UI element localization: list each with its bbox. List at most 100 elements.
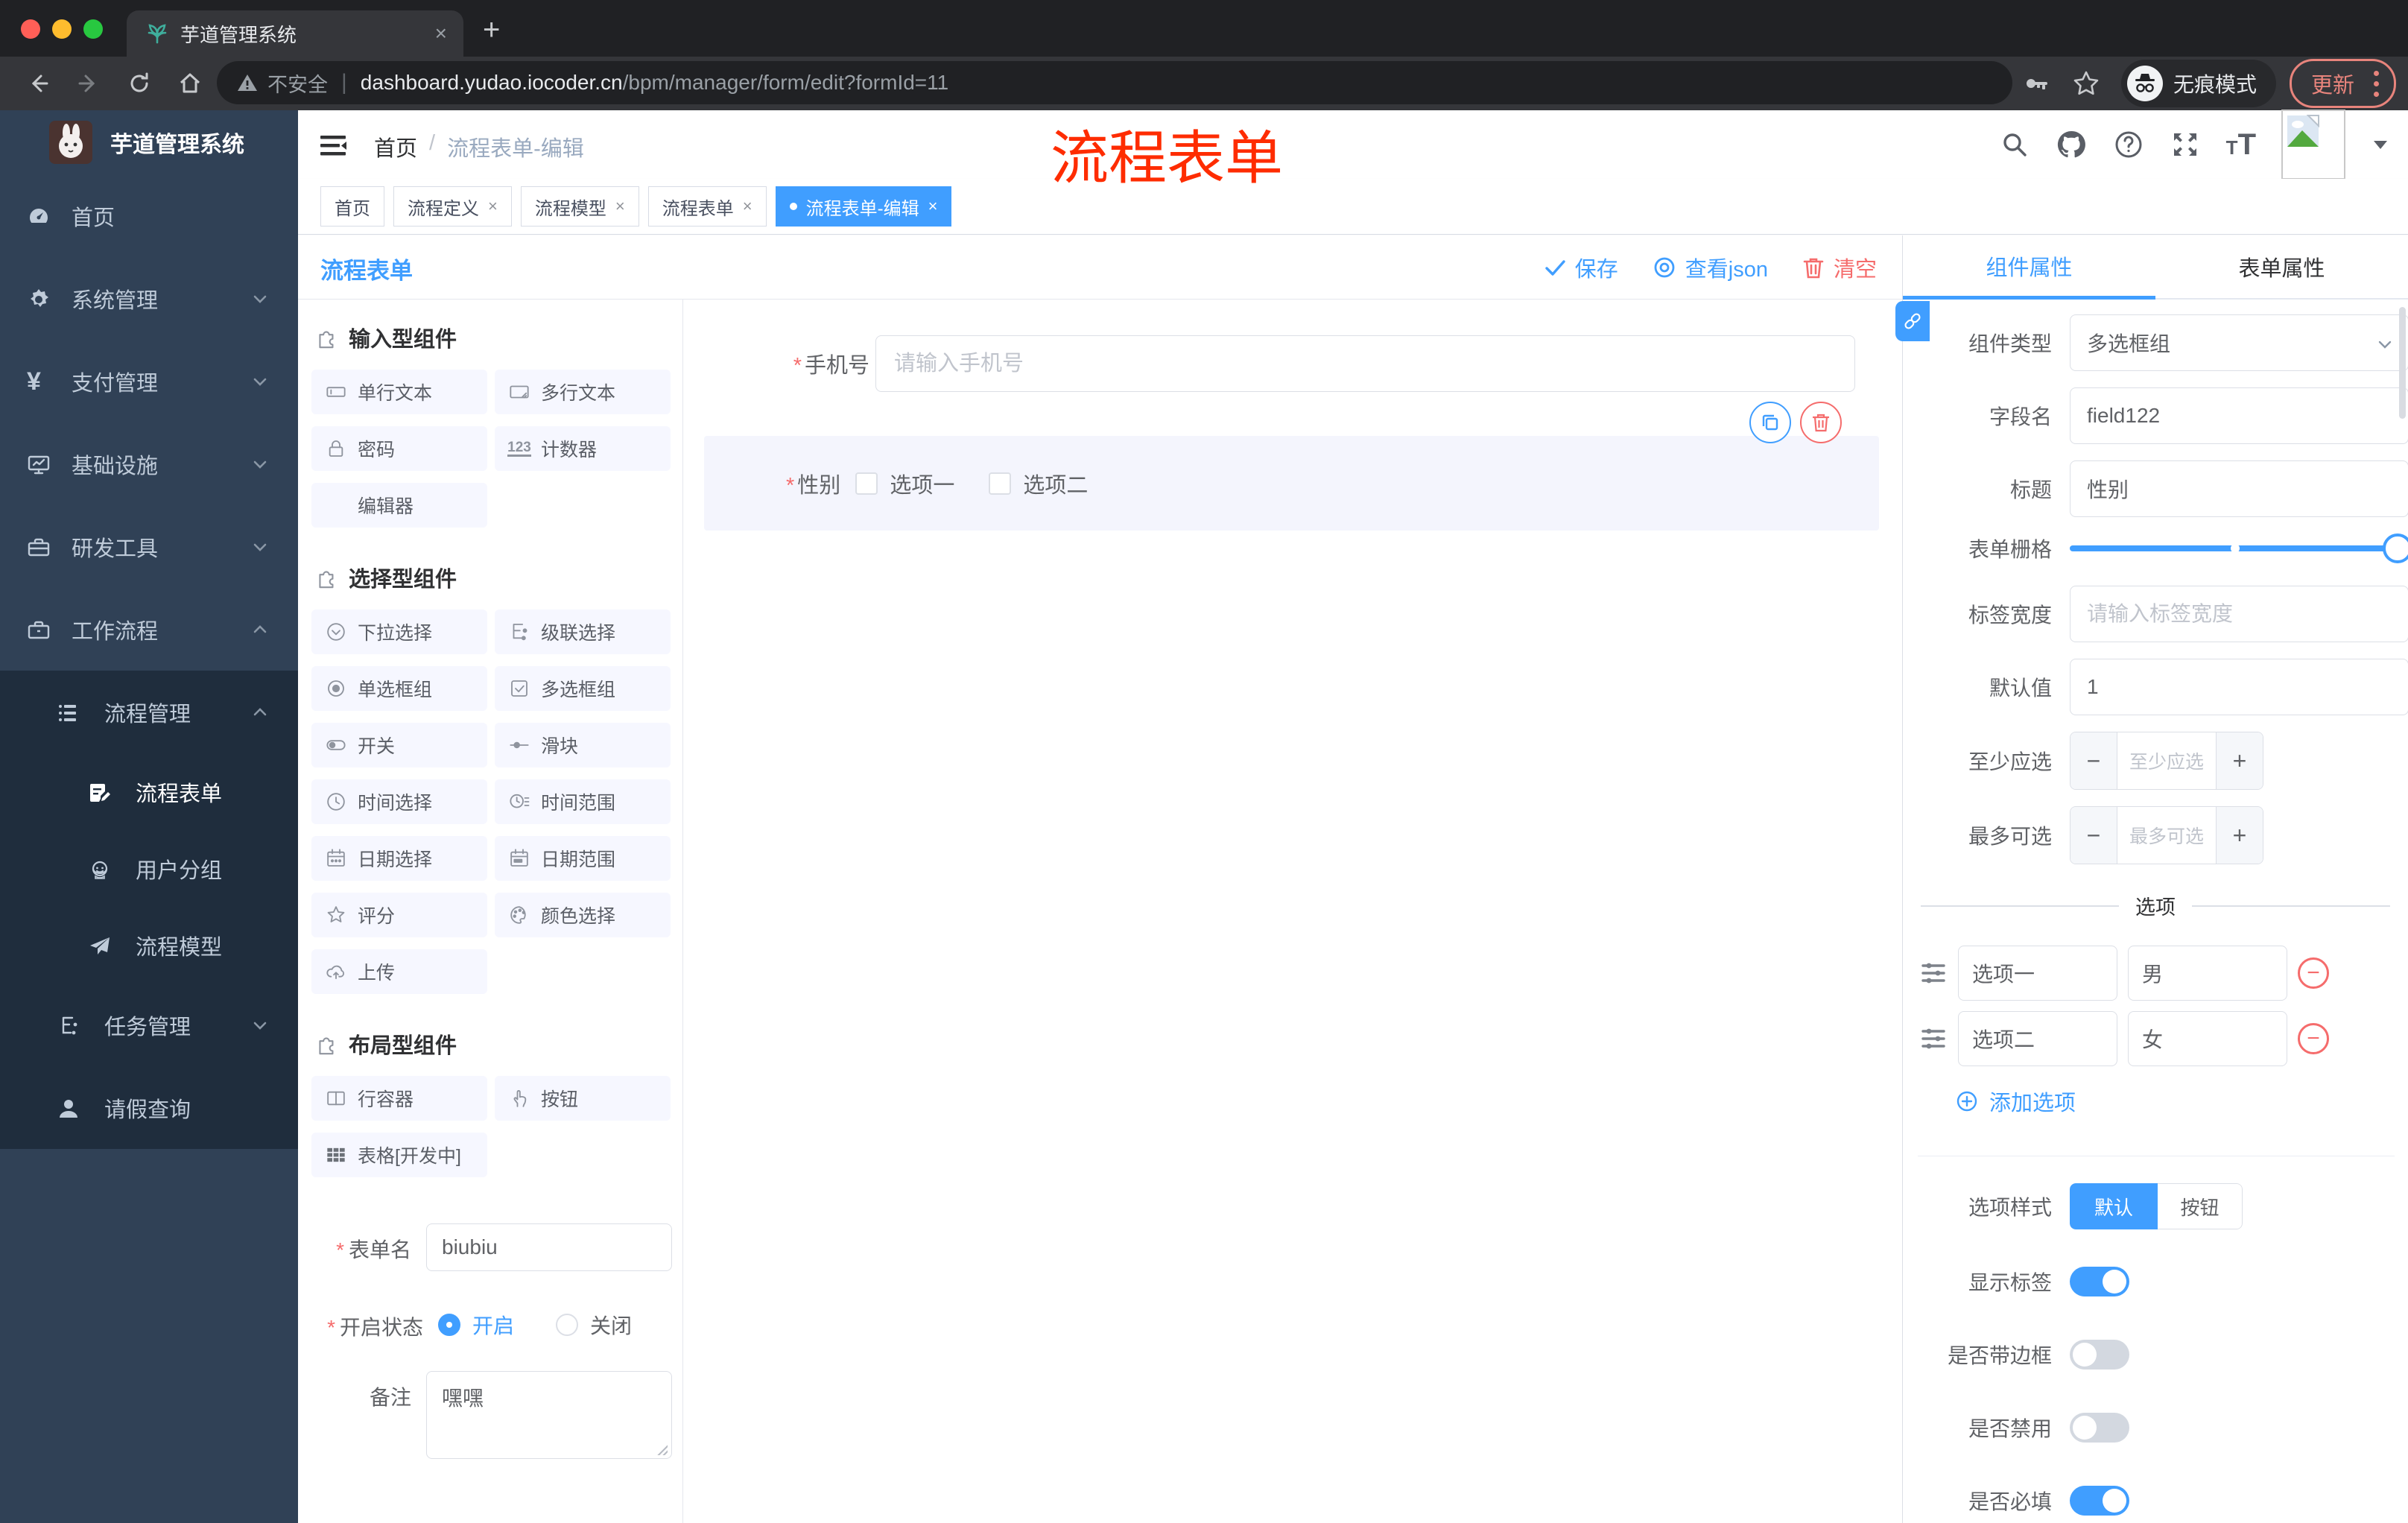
option-1-label-input[interactable]	[1958, 946, 2117, 1001]
reload-icon[interactable]	[127, 71, 152, 96]
font-size-icon[interactable]: TT	[2226, 128, 2256, 162]
palette-item-editor[interactable]: 编辑器	[311, 483, 487, 528]
increase-button[interactable]: +	[2217, 807, 2263, 864]
required-toggle[interactable]	[2070, 1486, 2129, 1516]
palette-item-row-container[interactable]: 行容器	[311, 1076, 487, 1121]
browser-menu-icon[interactable]	[2374, 70, 2379, 97]
sidebar-item-devtools[interactable]: 研发工具	[0, 505, 298, 588]
window-controls[interactable]	[21, 19, 103, 39]
remove-option-button[interactable]: −	[2298, 1023, 2329, 1054]
min-select-value[interactable]: 至少应选	[2117, 732, 2217, 789]
palette-item-time-picker[interactable]: 时间选择	[311, 779, 487, 824]
copy-component-button[interactable]	[1749, 402, 1791, 443]
sidebar-item-process-form[interactable]: 流程表单	[0, 753, 298, 830]
palette-item-table[interactable]: 表格[开发中]	[311, 1133, 487, 1177]
palette-item-multi-text[interactable]: 多行文本	[495, 370, 671, 414]
sidebar-item-process-manage[interactable]: 流程管理	[0, 671, 298, 753]
palette-item-counter[interactable]: 123 计数器	[495, 426, 671, 471]
delete-component-button[interactable]	[1800, 402, 1842, 443]
tab-close-icon[interactable]: ×	[435, 22, 447, 45]
label-width-input[interactable]	[2070, 586, 2408, 642]
breadcrumb-home[interactable]: 首页	[374, 131, 417, 162]
palette-item-date-range[interactable]: 日期范围	[495, 836, 671, 881]
selected-component-gender[interactable]: * 性别 选项一 选项二	[704, 402, 1879, 531]
style-button-button[interactable]: 按钮	[2158, 1183, 2243, 1229]
not-secure-warning-icon[interactable]	[236, 72, 259, 94]
sidebar-item-payment[interactable]: ¥ 支付管理	[0, 340, 298, 422]
radio-on[interactable]	[438, 1314, 460, 1336]
option-2-label-input[interactable]	[1958, 1011, 2117, 1066]
tag-home[interactable]: 首页	[320, 186, 384, 227]
title-input[interactable]	[2070, 460, 2408, 517]
update-chip[interactable]: 更新	[2289, 59, 2396, 108]
close-icon[interactable]: ×	[488, 197, 498, 216]
tag-process-model[interactable]: 流程模型 ×	[520, 186, 639, 227]
component-type-value[interactable]	[2070, 314, 2408, 371]
palette-item-switch[interactable]: 开关	[311, 723, 487, 767]
save-button[interactable]: 保存	[1544, 252, 1618, 283]
option-2-value-input[interactable]	[2128, 1011, 2287, 1066]
tab-component-props[interactable]: 组件属性	[1903, 235, 2155, 300]
palette-item-cascader[interactable]: 级联选择	[495, 609, 671, 654]
disabled-toggle[interactable]	[2070, 1413, 2129, 1443]
checkbox-option-2-label[interactable]: 选项二	[1023, 468, 1088, 499]
palette-item-slider[interactable]: 滑块	[495, 723, 671, 767]
sidebar-item-workflow[interactable]: 工作流程	[0, 588, 298, 671]
option-1-value-input[interactable]	[2128, 946, 2287, 1001]
checkbox-option-1[interactable]	[855, 472, 878, 495]
tab-form-props[interactable]: 表单属性	[2155, 235, 2408, 300]
slider-handle[interactable]	[2383, 533, 2408, 563]
border-toggle[interactable]	[2070, 1340, 2129, 1370]
remove-option-button[interactable]: −	[2298, 957, 2329, 989]
close-icon[interactable]: ×	[928, 197, 938, 216]
bookmark-star-icon[interactable]	[2072, 69, 2100, 98]
forward-icon[interactable]	[76, 71, 101, 96]
decrease-button[interactable]: −	[2070, 807, 2117, 864]
fullscreen-icon[interactable]	[2170, 129, 2201, 160]
sidebar-item-system[interactable]: 系统管理	[0, 257, 298, 340]
component-type-select[interactable]	[2070, 314, 2408, 371]
password-key-icon[interactable]	[2023, 70, 2050, 97]
drag-handle-icon[interactable]	[1919, 959, 1948, 987]
github-icon[interactable]	[2055, 128, 2088, 161]
palette-item-color-picker[interactable]: 颜色选择	[495, 893, 671, 937]
drag-handle-icon[interactable]	[1919, 1025, 1948, 1053]
phone-field-input[interactable]	[875, 335, 1855, 392]
avatar-caret-icon[interactable]	[2371, 135, 2390, 154]
remark-textarea[interactable]: 嘿嘿	[426, 1371, 672, 1459]
palette-item-rate[interactable]: 评分	[311, 893, 487, 937]
back-icon[interactable]	[25, 71, 51, 96]
palette-item-time-range[interactable]: 时间范围	[495, 779, 671, 824]
palette-item-upload[interactable]: 上传	[311, 949, 487, 994]
search-icon[interactable]	[2000, 130, 2030, 159]
help-icon[interactable]	[2113, 129, 2144, 160]
palette-item-button[interactable]: 按钮	[495, 1076, 671, 1121]
browser-tab[interactable]: 芋道管理系统 ×	[127, 10, 463, 57]
zoom-window-button[interactable]	[83, 19, 103, 39]
home-icon[interactable]	[177, 71, 203, 96]
update-label[interactable]: 更新	[2311, 68, 2354, 99]
checkbox-option-2[interactable]	[989, 472, 1012, 495]
show-label-toggle[interactable]	[2070, 1267, 2129, 1296]
sidebar-item-infra[interactable]: 基础设施	[0, 422, 298, 505]
view-json-button[interactable]: 查看json	[1653, 252, 1768, 283]
sidebar-item-home[interactable]: 首页	[0, 174, 298, 257]
new-tab-button[interactable]: +	[483, 13, 500, 47]
address-bar[interactable]: 不安全 | dashboard.yudao.iocoder.cn/bpm/man…	[217, 61, 2012, 104]
sidebar-item-task-manage[interactable]: 任务管理	[0, 984, 298, 1066]
increase-button[interactable]: +	[2217, 732, 2263, 789]
close-window-button[interactable]	[21, 19, 40, 39]
radio-off[interactable]	[556, 1314, 579, 1336]
close-icon[interactable]: ×	[615, 197, 625, 216]
form-name-input[interactable]	[426, 1223, 672, 1271]
form-canvas[interactable]: *手机号 *性别 选项一 选项二	[683, 300, 1902, 1523]
max-select-value[interactable]: 最多可选	[2117, 807, 2217, 864]
clear-button[interactable]: 清空	[1802, 252, 1877, 283]
checkbox-option-1-label[interactable]: 选项一	[890, 468, 954, 499]
link-tab[interactable]	[1895, 301, 1930, 341]
palette-item-date-picker[interactable]: 日期选择	[311, 836, 487, 881]
radio-off-label[interactable]: 关闭	[590, 1310, 632, 1340]
add-option-button[interactable]: 添加选项	[1955, 1086, 2408, 1117]
style-default-button[interactable]: 默认	[2070, 1183, 2158, 1229]
sidebar-item-leave-query[interactable]: 请假查询	[0, 1066, 298, 1149]
